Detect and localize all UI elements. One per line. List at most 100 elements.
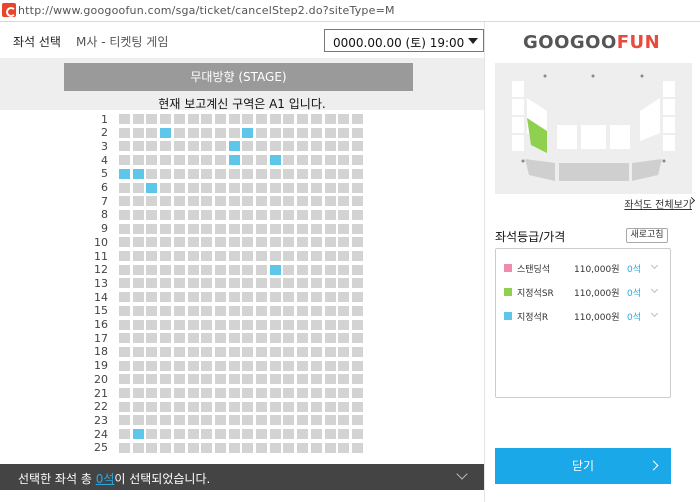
- seat[interactable]: [201, 319, 213, 330]
- seat[interactable]: [146, 360, 158, 371]
- seat[interactable]: [201, 237, 213, 248]
- seat[interactable]: [201, 346, 213, 357]
- seat[interactable]: [228, 114, 240, 124]
- seat[interactable]: [187, 442, 199, 453]
- seat[interactable]: [324, 114, 336, 124]
- seat[interactable]: [173, 141, 185, 152]
- seat[interactable]: [242, 319, 254, 330]
- seat[interactable]: [214, 114, 226, 124]
- seat[interactable]: [119, 278, 130, 289]
- seat[interactable]: [160, 442, 172, 453]
- seat[interactable]: [214, 168, 226, 179]
- seat[interactable]: [146, 223, 158, 234]
- seat[interactable]: [324, 401, 336, 412]
- seat[interactable]: [283, 292, 295, 303]
- seat[interactable]: [173, 401, 185, 412]
- selection-summary-bar[interactable]: 선택한 좌석 총 0석이 선택되었습니다.: [0, 464, 484, 490]
- seat[interactable]: [242, 360, 254, 371]
- seat[interactable]: [146, 209, 158, 220]
- seat[interactable]: [187, 305, 199, 316]
- seat[interactable]: [187, 401, 199, 412]
- seat[interactable]: [256, 442, 267, 453]
- seat[interactable]: [201, 360, 213, 371]
- seat[interactable]: [242, 155, 254, 166]
- seat[interactable]: [242, 196, 254, 207]
- seat[interactable]: [283, 223, 295, 234]
- seat[interactable]: [310, 292, 322, 303]
- seat[interactable]: [324, 278, 336, 289]
- refresh-button[interactable]: 새로고침: [626, 228, 668, 243]
- seat[interactable]: [228, 429, 240, 440]
- seat[interactable]: [214, 429, 226, 440]
- seat[interactable]: [214, 346, 226, 357]
- seat[interactable]: [324, 429, 336, 440]
- seat[interactable]: [338, 401, 350, 412]
- seat[interactable]: [119, 388, 130, 398]
- seat[interactable]: [160, 264, 172, 275]
- seat[interactable]: [242, 292, 254, 303]
- seat[interactable]: [310, 264, 322, 275]
- seat[interactable]: [269, 196, 281, 207]
- seat[interactable]: [173, 415, 185, 426]
- seat[interactable]: [242, 401, 254, 412]
- seat[interactable]: [338, 292, 350, 303]
- seat[interactable]: [214, 196, 226, 207]
- seat[interactable]: [324, 264, 336, 275]
- seat[interactable]: [338, 374, 350, 385]
- seat[interactable]: [146, 333, 158, 344]
- seat[interactable]: [228, 264, 240, 275]
- seat[interactable]: [187, 223, 199, 234]
- seat[interactable]: [338, 209, 350, 220]
- seat[interactable]: [173, 251, 185, 261]
- seat[interactable]: [228, 209, 240, 220]
- seat[interactable]: [228, 305, 240, 316]
- seat[interactable]: [201, 168, 213, 179]
- seat[interactable]: [242, 415, 254, 426]
- seat[interactable]: [132, 333, 144, 344]
- seat[interactable]: [214, 442, 226, 453]
- seat[interactable]: [256, 168, 267, 179]
- seat[interactable]: [338, 196, 350, 207]
- seat[interactable]: [132, 442, 144, 453]
- full-map-link[interactable]: 좌석도 전체보기: [624, 196, 692, 211]
- seat[interactable]: [256, 333, 267, 344]
- seat[interactable]: [310, 442, 322, 453]
- seat[interactable]: [119, 401, 130, 412]
- seat[interactable]: [119, 429, 130, 440]
- seat[interactable]: [228, 155, 240, 166]
- seat[interactable]: [132, 319, 144, 330]
- seat[interactable]: [160, 168, 172, 179]
- seat[interactable]: [269, 388, 281, 398]
- seat[interactable]: [201, 223, 213, 234]
- seat[interactable]: [119, 251, 130, 261]
- seat[interactable]: [351, 360, 363, 371]
- seat[interactable]: [201, 278, 213, 289]
- seat[interactable]: [269, 182, 281, 193]
- seat[interactable]: [324, 305, 336, 316]
- seat[interactable]: [310, 374, 322, 385]
- seat[interactable]: [297, 251, 309, 261]
- seat[interactable]: [324, 333, 336, 344]
- seat[interactable]: [310, 346, 322, 357]
- seat[interactable]: [256, 182, 267, 193]
- seat[interactable]: [119, 155, 130, 166]
- seat[interactable]: [256, 429, 267, 440]
- seat[interactable]: [160, 319, 172, 330]
- seat[interactable]: [310, 168, 322, 179]
- seat[interactable]: [228, 168, 240, 179]
- seat[interactable]: [173, 182, 185, 193]
- seat[interactable]: [187, 155, 199, 166]
- seat[interactable]: [351, 209, 363, 220]
- seat[interactable]: [187, 209, 199, 220]
- seat[interactable]: [132, 182, 144, 193]
- seat[interactable]: [324, 292, 336, 303]
- seat[interactable]: [201, 264, 213, 275]
- seat[interactable]: [256, 237, 267, 248]
- seat[interactable]: [214, 223, 226, 234]
- seat[interactable]: [119, 374, 130, 385]
- seat[interactable]: [242, 223, 254, 234]
- seat[interactable]: [256, 415, 267, 426]
- seat[interactable]: [338, 319, 350, 330]
- seat[interactable]: [132, 292, 144, 303]
- seat[interactable]: [173, 292, 185, 303]
